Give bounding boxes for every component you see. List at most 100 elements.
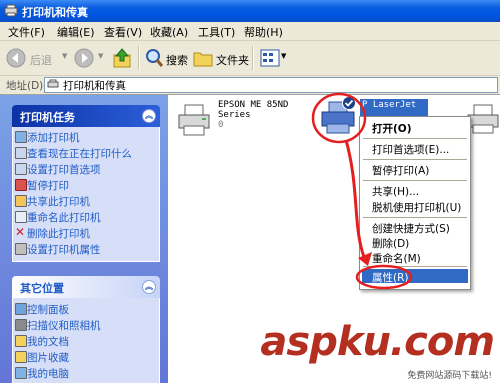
printer-icon[interactable] — [466, 102, 500, 136]
folders-icon[interactable] — [193, 49, 213, 67]
task-label: 查看现在正在打印什么 — [27, 148, 132, 160]
task-printer-properties[interactable]: 设置打印机属性 — [15, 242, 101, 257]
menu-tools[interactable]: 工具(T) — [198, 24, 235, 40]
scanner-icon — [15, 319, 27, 331]
printer-queue-icon — [15, 147, 27, 159]
folders-button-label[interactable]: 文件夹 — [216, 52, 249, 68]
place-my-computer[interactable]: 我的电脑 — [15, 366, 69, 381]
window-title: 打印机和传真 — [22, 6, 88, 19]
menu-edit[interactable]: 编辑(E) — [57, 24, 95, 40]
other-places-header[interactable]: 其它位置 ︽ — [12, 276, 160, 298]
views-icon[interactable] — [260, 49, 280, 67]
menu-item-sharing[interactable]: 共享(H)... — [372, 184, 419, 199]
delete-x-icon: ✕ — [15, 225, 26, 239]
place-label: 我的电脑 — [27, 368, 69, 380]
menu-item-rename[interactable]: 重命名(M) — [372, 251, 421, 266]
task-label: 删除此打印机 — [27, 228, 90, 240]
other-places-title: 其它位置 — [20, 282, 64, 295]
menu-bar: 文件(F) 编辑(E) 查看(V) 收藏(A) 工具(T) 帮助(H) — [0, 22, 500, 41]
up-folder-icon[interactable] — [112, 47, 132, 69]
my-computer-icon — [15, 367, 27, 379]
place-scanners-cameras[interactable]: 扫描仪和照相机 — [15, 318, 101, 333]
menu-view[interactable]: 查看(V) — [104, 24, 142, 40]
toolbar-separator — [252, 46, 254, 70]
task-add-printer[interactable]: 添加打印机 — [15, 130, 80, 145]
task-label: 设置打印机属性 — [27, 244, 101, 256]
menu-separator — [363, 180, 467, 181]
collapse-chevron-icon[interactable]: ︽ — [142, 109, 156, 123]
printer-name-line2: Series — [218, 110, 251, 120]
task-pause-printing[interactable]: 暂停打印 — [15, 178, 69, 193]
menu-favorites[interactable]: 收藏(A) — [150, 24, 188, 40]
search-icon[interactable] — [145, 48, 163, 68]
menu-separator — [363, 217, 467, 218]
share-hand-icon — [15, 195, 27, 207]
place-label: 扫描仪和照相机 — [27, 320, 101, 332]
place-label: 图片收藏 — [27, 352, 69, 364]
task-label: 添加打印机 — [27, 132, 80, 144]
task-pane: 打印机任务 ︽ 添加打印机 查看现在正在打印什么 设置打印首选项 暂停打印 共享… — [0, 95, 168, 384]
address-value: 打印机和传真 — [63, 80, 126, 92]
task-print-preferences[interactable]: 设置打印首选项 — [15, 162, 101, 177]
preferences-icon — [15, 163, 27, 175]
printer-folder-icon — [4, 4, 18, 17]
forward-arrow-icon[interactable] — [74, 48, 94, 68]
task-label: 共享此打印机 — [27, 196, 90, 208]
task-label: 设置打印首选项 — [27, 164, 101, 176]
task-delete-printer[interactable]: ✕ 删除此打印机 — [15, 225, 90, 241]
menu-item-print-preferences[interactable]: 打印首选项(E)... — [372, 142, 449, 157]
title-bar[interactable]: 打印机和传真 — [0, 0, 500, 22]
watermark-logo: aspku.com — [260, 319, 495, 365]
printer-name-line1: EPSON ME 85ND — [218, 100, 289, 110]
watermark-subtitle: 免费网站源码下载站! — [407, 371, 492, 381]
pause-icon — [15, 179, 27, 191]
documents-folder-icon — [15, 335, 27, 347]
add-printer-icon — [15, 131, 27, 143]
toolbar: 后退 ▼ ▼ 搜索 文件夹 ▼ — [0, 41, 500, 76]
menu-separator — [363, 266, 467, 267]
printer-tasks-title: 打印机任务 — [20, 111, 75, 124]
printer-tasks-header[interactable]: 打印机任务 ︽ — [12, 105, 160, 127]
back-button-label[interactable]: 后退 — [30, 52, 52, 68]
menu-item-open[interactable]: 打开(O) — [372, 121, 412, 136]
printer-folder-icon — [47, 79, 59, 88]
menu-help[interactable]: 帮助(H) — [244, 24, 283, 40]
forward-dropdown-icon[interactable]: ▼ — [98, 52, 103, 60]
default-check-icon — [342, 96, 356, 110]
search-button-label[interactable]: 搜索 — [166, 52, 188, 68]
task-rename-printer[interactable]: 重命名此打印机 — [15, 210, 101, 225]
printer-item-epson[interactable]: EPSON ME 85ND Series 0 — [176, 98, 296, 142]
task-see-printing[interactable]: 查看现在正在打印什么 — [15, 146, 132, 161]
toolbar-separator — [138, 46, 140, 70]
control-panel-icon — [15, 303, 27, 315]
printer-job-count: 0 — [218, 120, 224, 130]
address-label: 地址(D) — [6, 80, 44, 92]
rename-icon — [15, 211, 27, 223]
menu-file[interactable]: 文件(F) — [8, 24, 45, 40]
place-label: 我的文档 — [27, 336, 69, 348]
context-menu: 打开(O) 打印首选项(E)... 暂停打印(A) 共享(H)... 脱机使用打… — [359, 116, 471, 290]
menu-separator — [363, 138, 467, 139]
collapse-chevron-icon[interactable]: ︽ — [142, 280, 156, 294]
printer-name-line1: P LaserJet — [362, 100, 417, 110]
menu-item-delete[interactable]: 删除(D) — [372, 236, 409, 251]
task-label: 重命名此打印机 — [27, 212, 101, 224]
place-my-pictures[interactable]: 图片收藏 — [15, 350, 69, 365]
menu-item-pause-printing[interactable]: 暂停打印(A) — [372, 163, 429, 178]
printer-icon — [178, 104, 210, 136]
place-label: 控制面板 — [27, 304, 69, 316]
address-field[interactable]: 打印机和传真 — [44, 77, 498, 93]
other-places-list: 控制面板 扫描仪和照相机 我的文档 图片收藏 我的电脑 — [12, 298, 160, 384]
place-my-documents[interactable]: 我的文档 — [15, 334, 69, 349]
views-dropdown-icon[interactable]: ▼ — [281, 52, 286, 60]
place-control-panel[interactable]: 控制面板 — [15, 302, 69, 317]
task-label: 暂停打印 — [27, 180, 69, 192]
pictures-folder-icon — [15, 351, 27, 363]
menu-item-properties[interactable]: 属性(R) — [372, 270, 409, 285]
back-dropdown-icon[interactable]: ▼ — [62, 52, 67, 60]
task-share-printer[interactable]: 共享此打印机 — [15, 194, 90, 209]
address-bar: 地址(D) 打印机和传真 — [0, 76, 500, 95]
menu-item-create-shortcut[interactable]: 创建快捷方式(S) — [372, 221, 450, 236]
back-arrow-icon[interactable] — [6, 48, 26, 68]
menu-item-use-offline[interactable]: 脱机使用打印机(U) — [372, 200, 461, 215]
